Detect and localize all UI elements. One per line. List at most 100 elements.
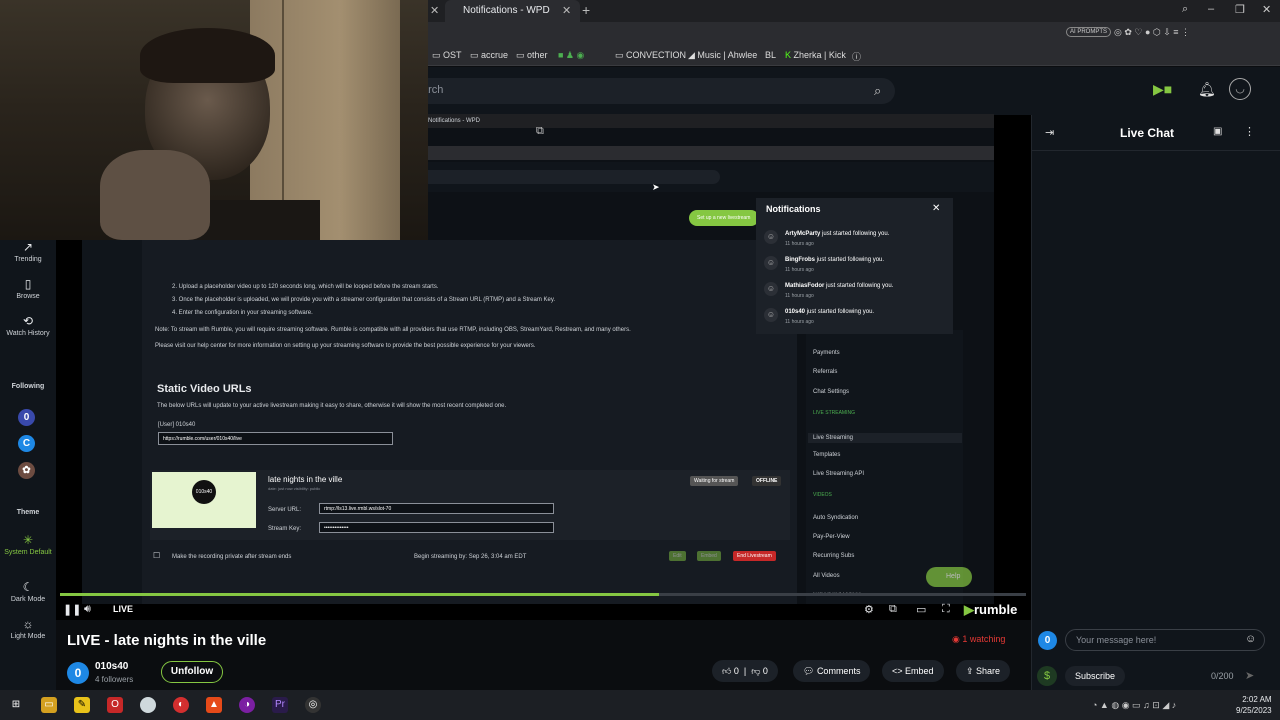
bookmark-zherka[interactable]: K Zherka | Kick [785,50,846,60]
following-avatar[interactable]: ✿ [18,462,35,479]
channel-name[interactable]: 010s40 [95,661,128,672]
like-dislike-button[interactable]: 👍︎ 0 | 👎︎ 0 [712,660,778,682]
new-tab-icon[interactable]: + [582,2,590,18]
app-icon[interactable]: ◑ [239,697,255,713]
maximize-icon[interactable]: ❐ [1235,3,1245,16]
avatar: ☺ [764,282,778,296]
bell-icon[interactable]: 🔔︎ [1198,81,1216,98]
windows-start-icon[interactable]: ⊞ [8,697,24,713]
theater-icon[interactable]: ▭ [916,603,926,616]
settings-icon[interactable]: ⚙ [864,603,874,616]
shared-search [420,170,720,184]
following-heading: Following [11,383,45,390]
shared-tab-bar: Notifications - WPD [330,114,994,128]
search-icon[interactable]: ⌕ [874,83,881,99]
sidebar-item-watch-history[interactable]: ⟲ Watch History [2,314,54,337]
minimize-icon[interactable]: – [1208,3,1214,15]
server-url-label: Server URL: [268,507,302,513]
following-avatar[interactable]: 0 [18,409,35,426]
tray-icons[interactable]: ◔ ▲ ◍ ◉ ▭ ♫ ⊡ ◢ ♪ [1092,700,1176,711]
channel-avatar[interactable]: 0 [67,662,89,684]
emoji-icon[interactable]: ☺ [1245,633,1256,645]
file-explorer-icon[interactable]: ▭ [41,697,57,713]
theme-dark-mode[interactable]: ☾ Dark Mode [2,580,54,603]
embed-button[interactable]: <> Embed [882,660,944,682]
pip-icon[interactable]: ⧉ [889,603,897,616]
share-button[interactable]: ⇪ Share [956,660,1011,682]
collapse-chat-icon[interactable]: ⇥ [1045,126,1054,139]
avatar: ☺ [764,308,778,322]
obs-icon[interactable]: ◎ [305,697,321,713]
section-live-streaming: LIVE STREAMING [813,410,855,416]
notification-time: 11 hours ago [785,319,814,325]
menu-recurring-subs: Recurring Subs [813,553,855,559]
menu-payments: Payments [813,350,840,356]
app-icon[interactable] [140,697,156,713]
close-icon: ✕ [932,203,941,214]
bookmark-ost[interactable]: ▭ OST [432,50,462,61]
static-urls-title: Static Video URLs [157,383,252,395]
person-hand [100,150,210,240]
close-tab-icon[interactable]: ✕ [430,4,439,17]
theme-heading: Theme [16,509,40,516]
bookmark-accrue[interactable]: ▭ accrue [470,50,508,61]
sidebar-item-browse[interactable]: ▯ Browse [2,277,54,300]
character-count: 0/200 [1211,671,1234,681]
rant-icon[interactable]: $ [1037,666,1057,686]
search-input[interactable]: arch [410,78,895,104]
volume-icon[interactable]: 🔊︎ [84,603,91,616]
search-tabs-icon[interactable]: ⌕ [1182,3,1188,16]
setup-livestream-button: Set up a new livestream [689,210,759,226]
menu-chat-settings: Chat Settings [813,389,850,395]
static-urls-desc: The below URLs will update to your activ… [157,403,507,409]
stream-meta: date: just now visibility: public [268,486,321,491]
app-icon[interactable]: ◐ [173,697,189,713]
theme-light-mode[interactable]: ☼ Light Mode [2,617,54,640]
unfollow-button[interactable]: Unfollow [161,661,223,683]
premiere-icon[interactable]: Pr [272,697,288,713]
notification-time: 11 hours ago [785,267,814,273]
bookmark-icons[interactable]: ■ ♟ ◉ [558,50,584,61]
notifications-title: Notifications [766,204,821,214]
shared-main-panel [142,240,797,604]
channel-logo: 010s40 [192,480,216,504]
send-icon[interactable]: ➤ [1245,669,1254,682]
edit-button: Edit [669,551,686,561]
shared-sidebar [82,190,142,604]
more-options-icon[interactable]: ⋮ [1244,125,1255,138]
menu-live-api: Live Streaming API [813,471,865,477]
theme-system-default[interactable]: ✳ System Default [2,533,54,556]
popout-icon[interactable]: ▣ [1213,126,1222,137]
opera-icon[interactable]: O [107,697,123,713]
go-live-icon[interactable]: ▶■ [1153,81,1172,98]
following-avatar[interactable]: C [18,435,35,452]
menu-auto-syndication: Auto Syndication [813,515,859,521]
chat-message-input[interactable]: Your message here! [1065,629,1265,651]
notification-item: BingFrobs just started following you. [785,257,885,263]
info-icon[interactable]: ⓘ [852,50,861,63]
checkbox-icon: ☐ [153,551,161,560]
bookmark-convection[interactable]: ▭ CONVECTION [615,50,686,61]
watching-count: ◉ 1 watching [952,634,1006,644]
subscribe-button[interactable]: Subscribe [1065,666,1125,686]
extension-icons[interactable]: ◎ ✿ ♡ ● ⬡ ⇩ ≡ ⋮ [1114,27,1190,38]
comments-button[interactable]: 💬︎ Comments [793,660,871,682]
step-4: 4. Enter the configuration in your strea… [172,310,313,316]
fullscreen-icon[interactable]: ⛶ [942,603,950,616]
bookmark-bl[interactable]: BL [765,50,776,60]
menu-all-videos: All Videos [813,573,840,579]
close-tab-icon[interactable]: ✕ [562,4,571,17]
bookmark-music[interactable]: ◢ Music | Ahwlee [688,50,757,61]
system-clock[interactable]: 2:02 AM 9/25/2023 [1236,694,1272,716]
pause-icon[interactable]: ❚❚ [63,603,81,616]
sun-icon: ☼ [22,617,34,631]
mouse-cursor-icon: ➤ [652,182,660,192]
ai-prompts-extension[interactable]: AI PROMPTS [1066,27,1112,37]
close-window-icon[interactable]: ✕ [1262,3,1271,16]
bookmark-other[interactable]: ▭ other [516,50,548,61]
browser-tab[interactable]: Notifications - WPD [445,0,580,22]
brave-icon[interactable]: ▲ [206,697,222,713]
profile-icon[interactable]: ◡ [1229,78,1251,100]
notes-icon[interactable]: ✎ [74,697,90,713]
sidebar-item-trending[interactable]: ↗ Trending [2,240,54,263]
